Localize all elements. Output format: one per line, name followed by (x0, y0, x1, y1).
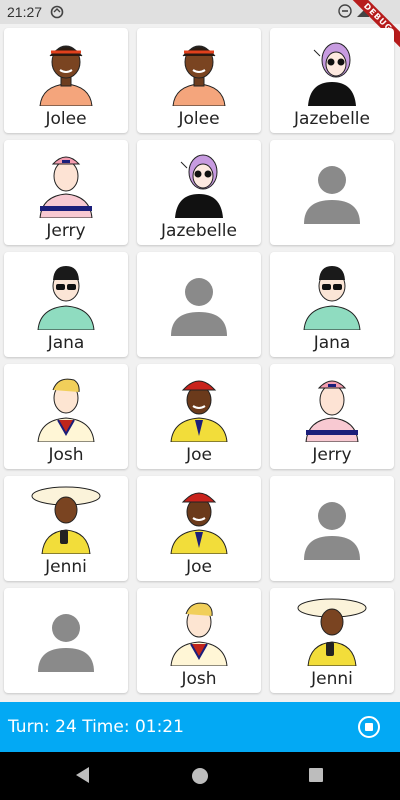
character-name: Jolee (45, 109, 87, 129)
character-card[interactable]: Jenni (4, 476, 128, 581)
app-root: 21:27 DEBUG Jolee Jolee Jazebelle Jerry … (0, 0, 400, 800)
character-card[interactable] (137, 252, 261, 357)
character-name: Jerry (312, 445, 352, 465)
character-card[interactable]: Josh (4, 364, 128, 469)
status-bar: 21:27 DEBUG (0, 0, 400, 50)
character-name: Joe (186, 557, 212, 577)
character-avatar (30, 258, 102, 331)
character-avatar (30, 370, 102, 443)
character-avatar (296, 34, 368, 106)
card-grid: Jolee Jolee Jazebelle Jerry Jazebelle Ja… (0, 24, 400, 702)
character-card[interactable]: Jerry (270, 364, 394, 469)
character-avatar (163, 146, 235, 218)
character-avatar (30, 482, 102, 555)
character-card[interactable]: Jazebelle (270, 28, 394, 133)
character-card[interactable]: Jenni (270, 588, 394, 693)
character-name: Jenni (45, 557, 87, 577)
signal-icon (357, 5, 369, 17)
character-card[interactable]: Jana (270, 252, 394, 357)
game-status-bar: Turn: 24 Time: 01:21 (0, 702, 400, 752)
system-nav-bar (0, 752, 400, 800)
character-name: Josh (48, 445, 84, 465)
back-icon[interactable] (76, 767, 89, 783)
character-name: Jazebelle (161, 221, 237, 241)
character-card[interactable]: Jerry (4, 140, 128, 245)
character-avatar (30, 146, 102, 219)
person-placeholder-icon (296, 158, 368, 230)
character-avatar (163, 482, 235, 555)
character-name: Jana (313, 333, 351, 353)
person-placeholder-icon (30, 606, 102, 678)
character-card[interactable]: Joe (137, 364, 261, 469)
character-avatar (296, 594, 368, 667)
character-avatar (163, 370, 235, 443)
character-avatar (296, 370, 368, 443)
character-avatar (163, 594, 235, 667)
character-name: Jazebelle (294, 109, 370, 129)
character-name: Jolee (178, 109, 220, 129)
character-avatar (30, 34, 102, 107)
status-icons (338, 4, 370, 18)
dnd-icon (338, 4, 352, 18)
character-card[interactable] (270, 476, 394, 581)
character-card[interactable]: Josh (137, 588, 261, 693)
recents-icon[interactable] (309, 768, 323, 782)
character-card[interactable]: Jazebelle (137, 140, 261, 245)
stop-icon[interactable] (358, 716, 380, 738)
character-name: Josh (181, 669, 217, 689)
character-name: Joe (186, 445, 212, 465)
character-name: Jana (47, 333, 85, 353)
app-notification-icon (50, 5, 64, 19)
character-name: Jenni (311, 669, 353, 689)
turn-time-text: Turn: 24 Time: 01:21 (8, 717, 184, 737)
character-name: Jerry (46, 221, 86, 241)
character-card[interactable]: Jolee (137, 28, 261, 133)
character-card[interactable] (270, 140, 394, 245)
home-icon[interactable] (192, 768, 208, 784)
person-placeholder-icon (296, 494, 368, 566)
character-card[interactable]: Jolee (4, 28, 128, 133)
person-placeholder-icon (163, 270, 235, 342)
character-card[interactable]: Joe (137, 476, 261, 581)
character-card[interactable]: Jana (4, 252, 128, 357)
character-avatar (163, 34, 235, 107)
status-time: 21:27 (7, 4, 43, 20)
character-avatar (296, 258, 368, 331)
character-card[interactable] (4, 588, 128, 693)
